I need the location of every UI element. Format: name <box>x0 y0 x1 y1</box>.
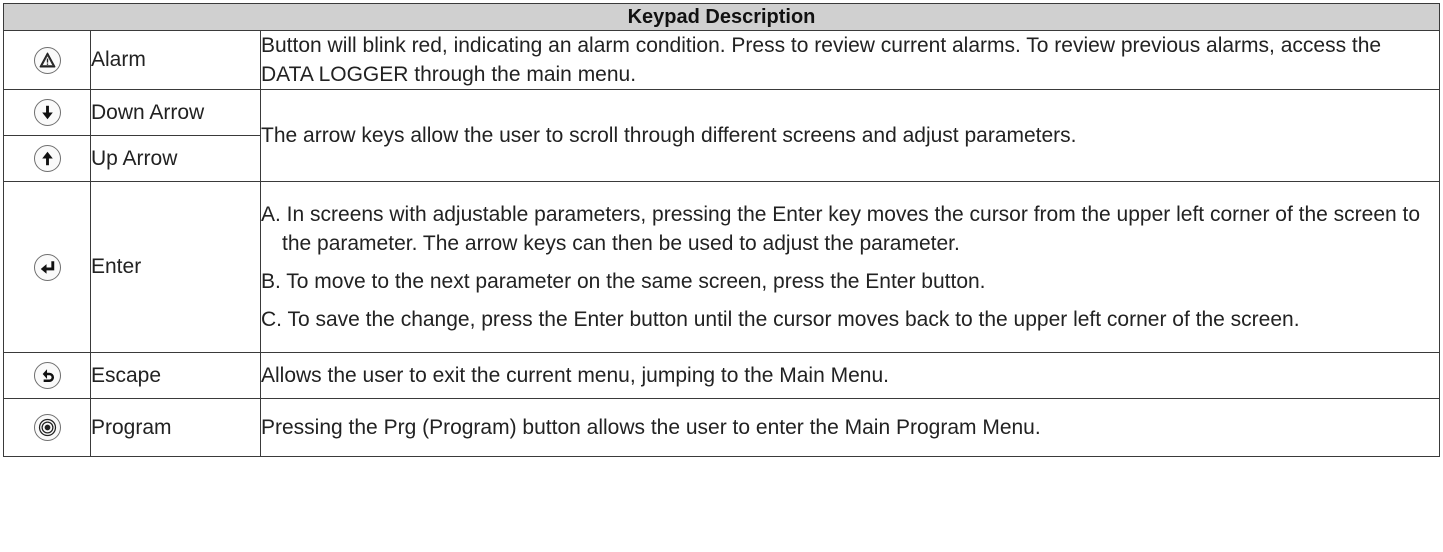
key-name-escape: Escape <box>90 352 261 399</box>
key-description-program: Pressing the Prg (Program) button allows… <box>260 398 1440 457</box>
enter-return-icon <box>33 253 61 281</box>
arrow-up-icon <box>33 145 61 172</box>
table-row: Down Arrow The arrow keys allow the user… <box>3 89 1440 182</box>
table-header-row: Keypad Description <box>3 3 1440 31</box>
enter-instruction-c: C. To save the change, press the Enter b… <box>261 308 1300 331</box>
program-rings-icon <box>33 414 61 441</box>
table-row: Escape Allows the user to exit the curre… <box>3 352 1440 399</box>
key-name-program: Program <box>90 398 261 457</box>
key-description-alarm: Button will blink red, indicating an ala… <box>260 30 1440 90</box>
table-row: Enter A. In screens with adjustable para… <box>3 181 1440 353</box>
key-description-enter: A. In screens with adjustable parameters… <box>260 181 1440 353</box>
enter-instruction-a: A. In screens with adjustable parameters… <box>261 203 1421 255</box>
key-name-alarm: Alarm <box>90 30 261 90</box>
enter-instruction-b: B. To move to the next parameter on the … <box>261 270 986 293</box>
key-name-enter: Enter <box>90 181 261 353</box>
key-description-arrows: The arrow keys allow the user to scroll … <box>260 89 1440 182</box>
arrow-down-icon <box>33 99 61 126</box>
table-title: Keypad Description <box>3 3 1440 31</box>
escape-back-icon <box>33 362 61 389</box>
key-name-down-arrow: Down Arrow <box>90 89 261 136</box>
key-description-escape: Allows the user to exit the current menu… <box>260 352 1440 399</box>
table-row: Program Pressing the Prg (Program) butto… <box>3 398 1440 457</box>
keypad-description-table: Keypad Description Alarm Button will bli… <box>3 3 1440 457</box>
alarm-triangle-icon <box>33 46 61 74</box>
key-name-up-arrow: Up Arrow <box>90 135 261 182</box>
table-row: Alarm Button will blink red, indicating … <box>3 30 1440 90</box>
